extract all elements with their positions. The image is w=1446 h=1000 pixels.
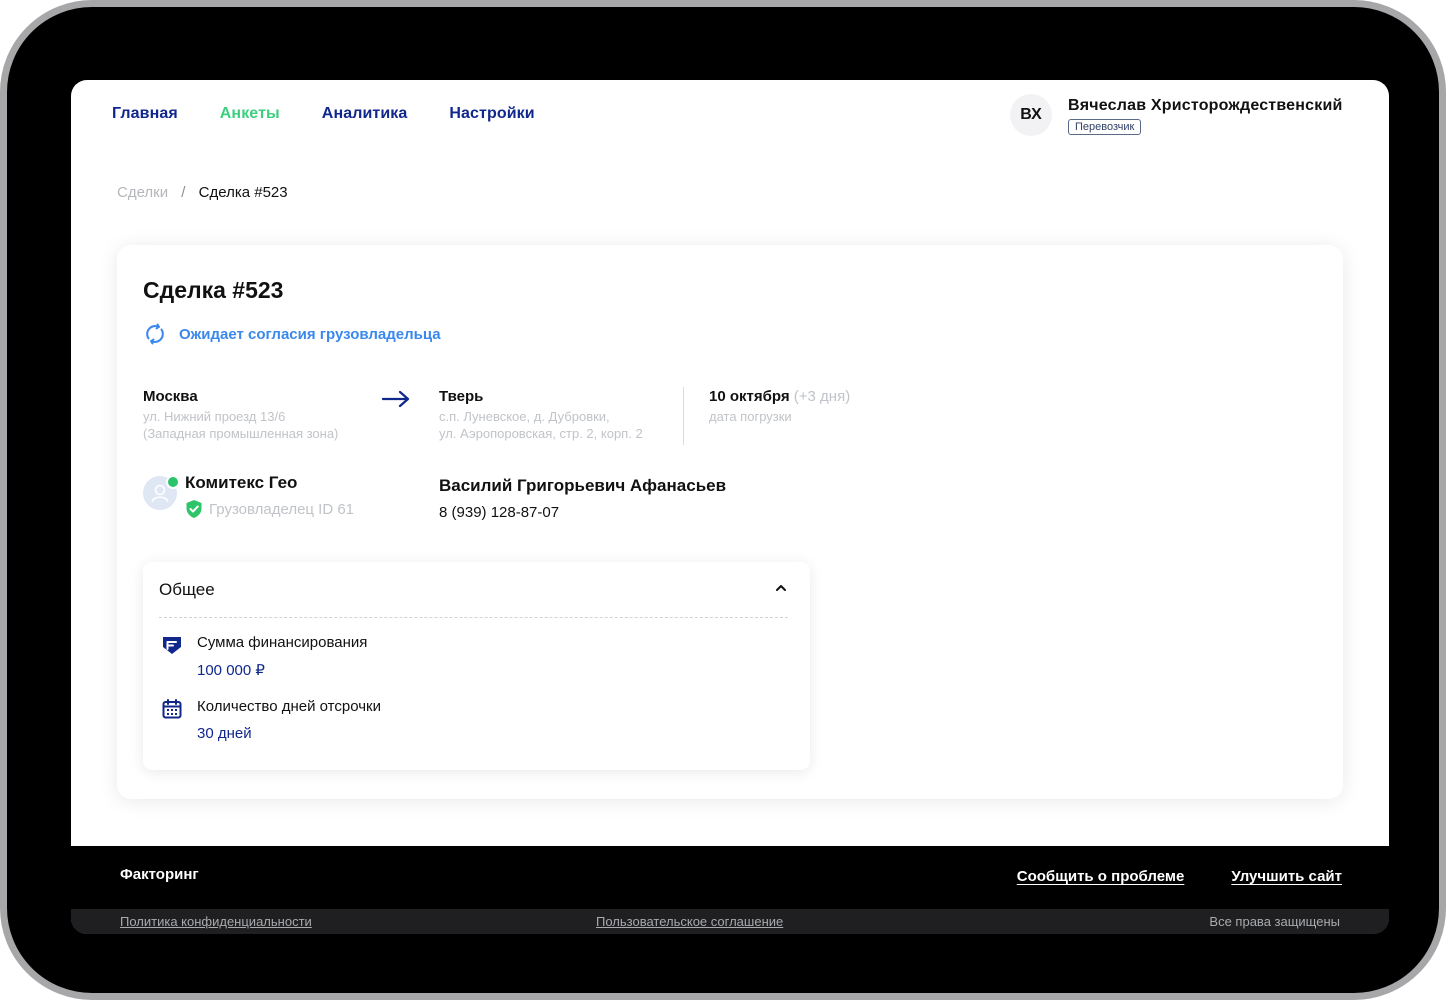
from-address-line1: ул. Нижний проезд 13/6	[143, 409, 286, 424]
nav-item-forms[interactable]: Анкеты	[220, 105, 280, 123]
owner-label: Грузовладелец ID 61	[209, 500, 355, 518]
loading-date-block: 10 октября (+3 дня) дата погрузки	[709, 388, 850, 425]
general-accordion: Общее Сумма финансирования 100 000 ₽ Кол…	[143, 562, 810, 770]
page-title: Сделка #523	[143, 277, 284, 303]
finance-label: Сумма финансирования	[197, 634, 368, 651]
to-address-line1: с.п. Луневское, д. Дубровки,	[439, 409, 610, 424]
company-info: Комитекс Гео Грузовладелец ID 61	[185, 473, 354, 519]
user-info: Вячеслав Христорождественский Перевозчик	[1068, 94, 1343, 136]
loading-date-extra: (+3 дня)	[793, 388, 851, 405]
company-name: Комитекс Гео	[185, 473, 298, 492]
improve-site-link[interactable]: Улучшить сайт	[1231, 868, 1342, 885]
route-to: Тверь с.п. Луневское, д. Дубровки, ул. А…	[439, 388, 643, 442]
user-agreement-link[interactable]: Пользовательское соглашение	[596, 914, 783, 929]
accordion-divider	[159, 617, 788, 618]
breadcrumb-separator: /	[181, 184, 186, 201]
loading-date: 10 октября (+3 дня)	[709, 388, 850, 405]
contact-phone[interactable]: 8 (939) 128-87-07	[439, 504, 726, 521]
chevron-up-icon[interactable]	[774, 581, 788, 595]
arrow-right-icon	[382, 390, 410, 408]
nav-item-settings[interactable]: Настройки	[449, 105, 534, 123]
finance-icon	[163, 637, 181, 654]
deal-card: Сделка #523 Ожидает согласия грузовладел…	[117, 245, 1343, 799]
finance-row: Сумма финансирования 100 000 ₽	[161, 634, 367, 679]
from-city: Москва	[143, 388, 198, 405]
status-text: Ожидает согласия грузовладельца	[179, 325, 441, 343]
company-avatar[interactable]	[143, 475, 180, 510]
privacy-policy-link[interactable]: Политика конфиденциальности	[120, 914, 312, 929]
refresh-icon	[146, 323, 164, 345]
to-city: Тверь	[439, 388, 484, 405]
to-address-line2: ул. Аэропоровская, стр. 2, корп. 2	[439, 426, 643, 441]
loading-date-label: дата погрузки	[709, 409, 792, 424]
from-address-line2: (Западная промышленная зона)	[143, 426, 339, 441]
breadcrumb-current: Сделка #523	[198, 184, 288, 201]
copyright-text: Все права защищены	[1209, 914, 1340, 929]
footer-links: Сообщить о проблеме Улучшить сайт	[1017, 868, 1342, 885]
calendar-icon	[162, 699, 182, 719]
user-profile[interactable]: ВХ Вячеслав Христорождественский Перевоз…	[1010, 94, 1343, 136]
app-screen: Главная Анкеты Аналитика Настройки ВХ Вя…	[71, 80, 1389, 934]
breadcrumb: Сделки / Сделка #523	[117, 184, 288, 201]
user-avatar[interactable]: ВХ	[1010, 94, 1052, 136]
finance-value: 100 000 ₽	[197, 662, 265, 679]
contact-name: Василий Григорьевич Афанасьев	[439, 476, 727, 495]
finance-text: Сумма финансирования 100 000 ₽	[197, 634, 367, 679]
report-problem-link[interactable]: Сообщить о проблеме	[1017, 868, 1185, 885]
from-address: ул. Нижний проезд 13/6 (Западная промышл…	[143, 408, 338, 442]
device-frame: Главная Анкеты Аналитика Настройки ВХ Вя…	[0, 0, 1446, 1000]
contact-block: Василий Григорьевич Афанасьев 8 (939) 12…	[439, 476, 726, 521]
user-name: Вячеслав Христорождественский	[1068, 97, 1343, 114]
nav-item-analytics[interactable]: Аналитика	[322, 105, 408, 123]
company-block: Комитекс Гео Грузовладелец ID 61	[143, 473, 354, 519]
online-indicator	[166, 475, 180, 489]
nav-item-home[interactable]: Главная	[112, 105, 178, 123]
route-from: Москва ул. Нижний проезд 13/6 (Западная …	[143, 388, 338, 442]
footer-brand: Факторинг	[120, 866, 199, 883]
deal-status: Ожидает согласия грузовладельца	[143, 322, 441, 346]
accordion-title[interactable]: Общее	[159, 580, 215, 600]
to-address: с.п. Луневское, д. Дубровки, ул. Аэропор…	[439, 408, 643, 442]
main-nav: Главная Анкеты Аналитика Настройки	[112, 105, 535, 123]
verified-shield-icon	[186, 500, 202, 518]
footer: Факторинг Сообщить о проблеме Улучшить с…	[71, 846, 1389, 934]
divider	[683, 387, 684, 445]
deferral-row: Количество дней отсрочки 30 дней	[161, 698, 381, 742]
role-badge: Перевозчик	[1068, 119, 1142, 135]
deferral-text: Количество дней отсрочки 30 дней	[197, 698, 381, 742]
footer-bottom-bar: Политика конфиденциальности Пользователь…	[71, 909, 1389, 934]
deferral-value: 30 дней	[197, 725, 252, 742]
breadcrumb-deals-link[interactable]: Сделки	[117, 184, 168, 201]
owner-row: Грузовладелец ID 61	[185, 499, 354, 519]
deferral-label: Количество дней отсрочки	[197, 698, 381, 715]
loading-date-value: 10 октября	[709, 388, 790, 405]
